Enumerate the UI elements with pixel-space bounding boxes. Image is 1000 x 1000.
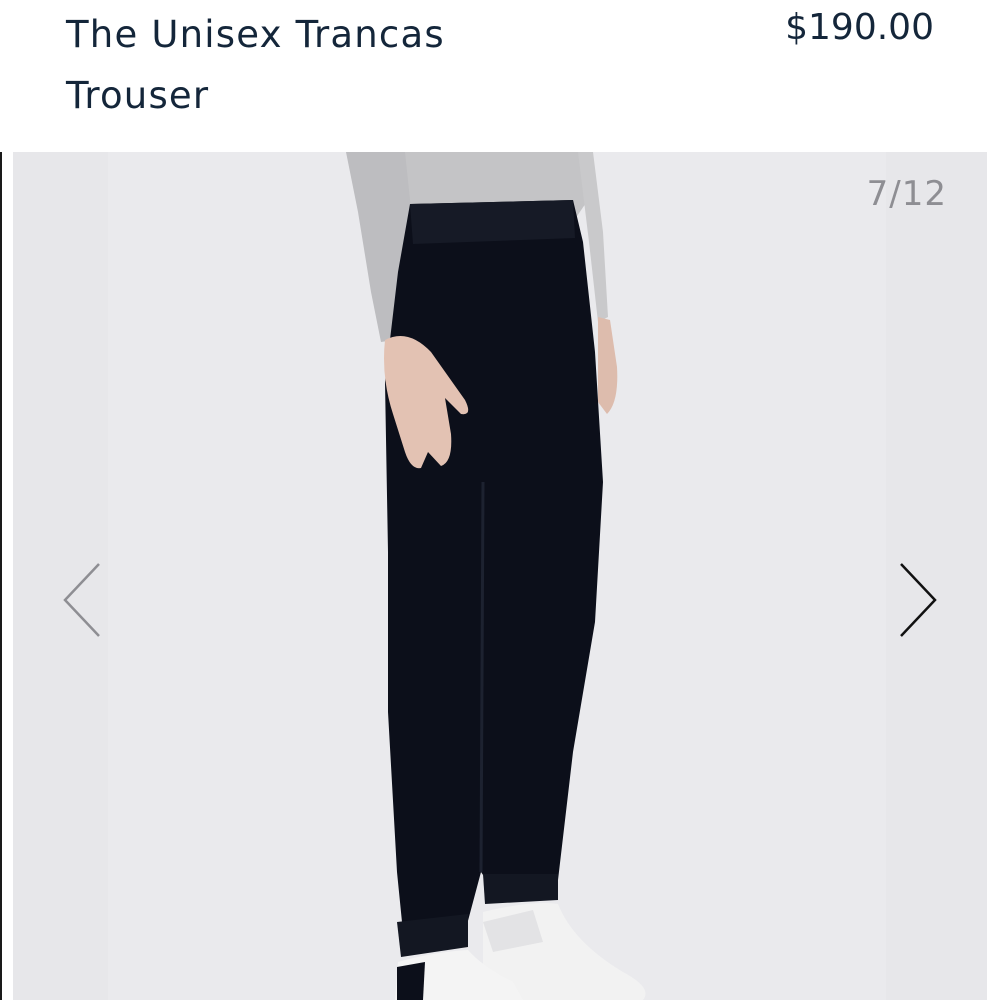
sneaker-left-heel [397, 962, 425, 1000]
next-image-button[interactable] [887, 560, 947, 640]
previous-image-button[interactable] [53, 560, 113, 640]
product-image-gallery[interactable]: 7/12 [13, 152, 987, 1000]
chevron-right-icon [900, 563, 937, 637]
product-page: The Unisex Trancas Trouser $190.00 7/12 [0, 0, 1000, 1000]
product-photo [346, 152, 646, 1000]
waistband [410, 200, 575, 244]
product-price: $190.00 [785, 7, 934, 48]
product-title: The Unisex Trancas Trouser [66, 13, 445, 117]
hand-right [598, 317, 618, 414]
image-counter: 7/12 [866, 174, 947, 214]
chevron-left-icon [63, 563, 100, 637]
leg-split [479, 481, 485, 873]
trousers [385, 200, 603, 952]
cuff-right [483, 874, 558, 904]
product-header: The Unisex Trancas Trouser $190.00 [0, 0, 1000, 152]
